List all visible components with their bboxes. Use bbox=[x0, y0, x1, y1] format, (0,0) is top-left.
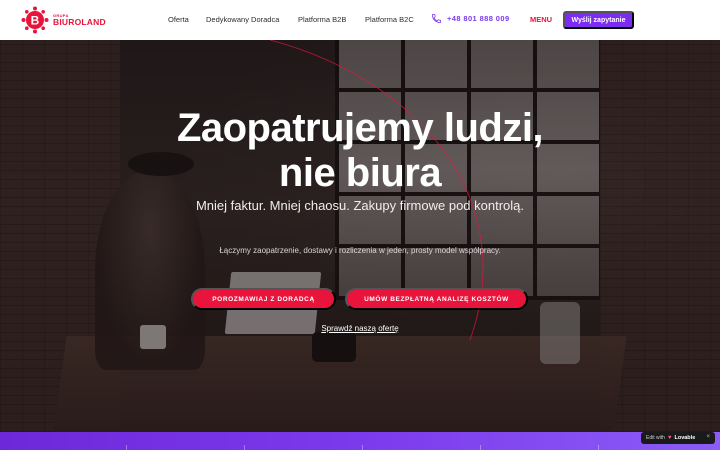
hero-section: Zaopatrujemy ludzi, nie biura Mniej fakt… bbox=[0, 40, 720, 432]
consult-advisor-button[interactable]: POROZMAWIAJ Z DORADCĄ bbox=[191, 288, 336, 310]
send-inquiry-button[interactable]: Wyślij zapytanie bbox=[563, 11, 634, 29]
biuroland-logo-icon: B bbox=[21, 6, 49, 34]
stats-band bbox=[0, 432, 720, 450]
lovable-heart-icon: ♥ bbox=[667, 435, 672, 441]
logo-brand-name: BIUROLAND bbox=[53, 16, 106, 27]
lovable-badge[interactable]: Edit with ♥ Lovable × bbox=[641, 432, 715, 444]
stat-divider bbox=[126, 445, 127, 450]
stat-divider bbox=[480, 445, 481, 450]
close-icon[interactable]: × bbox=[706, 434, 710, 440]
svg-text:B: B bbox=[31, 14, 40, 28]
hero-subtitle: Mniej faktur. Mniej chaosu. Zakupy firmo… bbox=[195, 198, 525, 213]
stat-divider bbox=[362, 445, 363, 450]
phone-link[interactable]: +48 801 888 009 bbox=[431, 13, 510, 24]
stat-divider bbox=[244, 445, 245, 450]
decorative-arc bbox=[269, 40, 484, 341]
offer-link-wrapper: Sprawdź naszą ofertę bbox=[0, 318, 720, 336]
nav-oferta[interactable]: Oferta bbox=[168, 15, 189, 24]
check-offer-link[interactable]: Sprawdź naszą ofertę bbox=[321, 324, 398, 333]
nav-dedykowany-doradca[interactable]: Dedykowany Doradca bbox=[206, 15, 279, 24]
hero-title-line-1: Zaopatrujemy ludzi, bbox=[176, 106, 544, 150]
badge-edit-text: Edit with bbox=[646, 435, 665, 441]
stat-divider bbox=[598, 445, 599, 450]
logo-text: GRUPA BIUROLAND bbox=[53, 13, 106, 27]
logo[interactable]: B GRUPA BIUROLAND bbox=[21, 6, 106, 34]
phone-number: +48 801 888 009 bbox=[447, 14, 510, 23]
hero-title: Zaopatrujemy ludzi, nie biura bbox=[0, 106, 720, 196]
hero-description: Łączymy zaopatrzenie, dostawy i rozlicze… bbox=[219, 246, 501, 255]
free-cost-analysis-button[interactable]: UMÓW BEZPŁATNĄ ANALIZĘ KOSZTÓW bbox=[345, 288, 528, 310]
site-header: B GRUPA BIUROLAND Oferta Dedykowany Dora… bbox=[0, 0, 720, 40]
hero-title-line-2: nie biura bbox=[278, 151, 442, 195]
menu-button[interactable]: MENU bbox=[530, 15, 552, 24]
nav-platforma-b2b[interactable]: Platforma B2B bbox=[298, 15, 346, 24]
nav-platforma-b2c[interactable]: Platforma B2C bbox=[365, 15, 414, 24]
phone-icon bbox=[431, 13, 442, 24]
badge-brand-text: Lovable bbox=[674, 435, 696, 441]
